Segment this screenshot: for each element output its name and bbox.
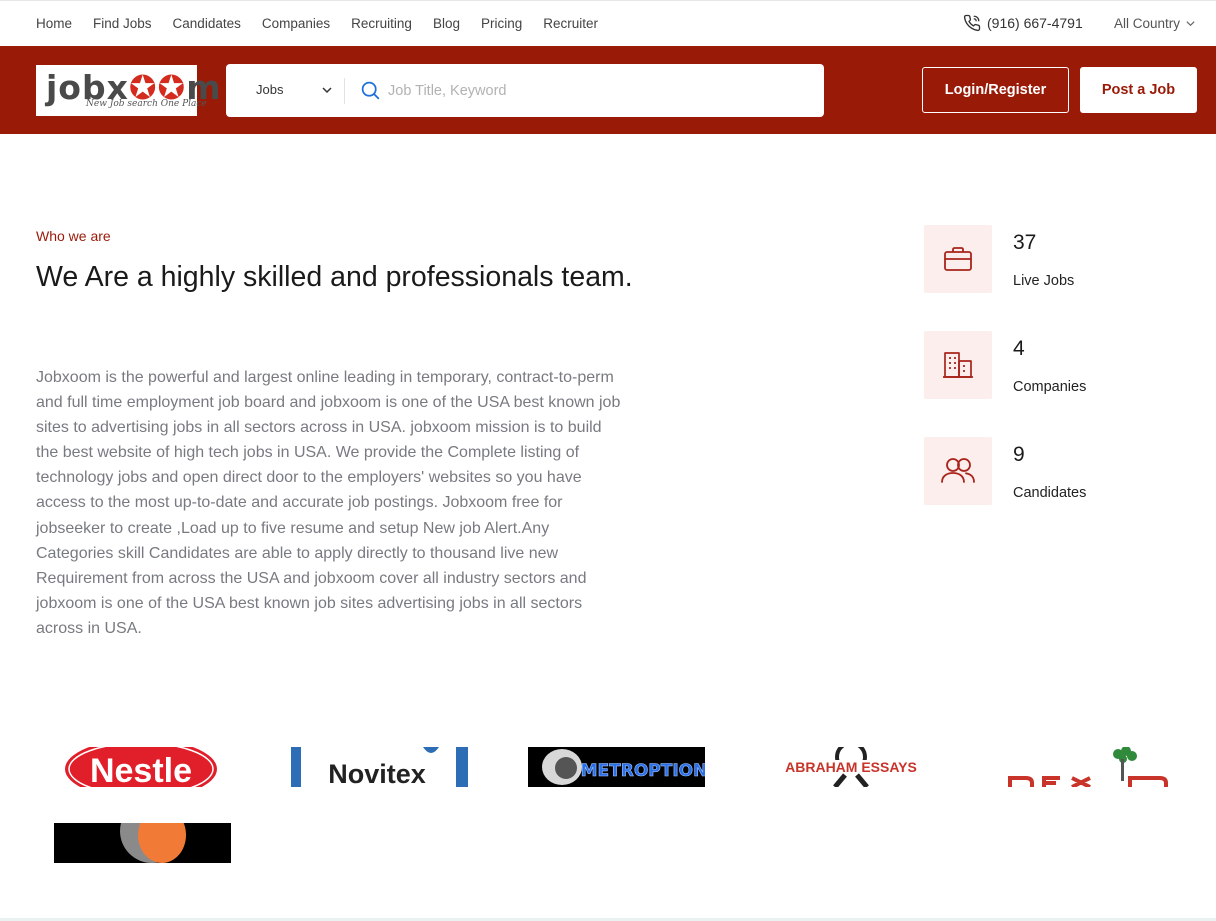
chevron-down-icon <box>1186 21 1195 27</box>
search-icon <box>361 81 380 100</box>
nav-home[interactable]: Home <box>36 16 72 31</box>
nestle-logo: Nestle <box>65 747 217 787</box>
brand-logo-nestle[interactable]: Nestle <box>53 747 230 787</box>
brand-logo-abraham-essays[interactable]: ABRAHAM ESSAYS <box>763 747 940 787</box>
about-paragraph: Jobxoom is the powerful and largest onli… <box>36 369 621 637</box>
section-eyebrow: Who we are <box>36 228 111 244</box>
nav-companies[interactable]: Companies <box>262 16 330 31</box>
abraham-essays-logo: ABRAHAM ESSAYS <box>785 747 917 787</box>
login-register-button[interactable]: Login/Register <box>922 67 1069 113</box>
stat-label: Candidates <box>1013 485 1087 501</box>
nav-blog[interactable]: Blog <box>433 16 460 31</box>
phone-contact[interactable]: (916) 667-4791 <box>963 14 1083 32</box>
search-type-select[interactable]: Jobs <box>256 82 283 97</box>
search-divider <box>344 78 345 104</box>
stat-icon-box <box>924 437 992 505</box>
stat-value: 37 <box>1013 231 1037 254</box>
stat-value: 4 <box>1013 337 1025 360</box>
site-logo[interactable]: jobx✪✪m New Job search One Place <box>36 65 221 116</box>
building-icon <box>943 352 973 378</box>
country-label: All Country <box>1114 16 1181 31</box>
stat-candidates: 9 Candidates <box>924 437 1184 505</box>
chevron-down-icon[interactable] <box>321 84 333 96</box>
stat-label: Companies <box>1013 379 1087 395</box>
nestle-wordmark: Nestle <box>90 752 192 787</box>
brand-logo-fifth[interactable] <box>1000 747 1177 787</box>
stat-label: Live Jobs <box>1013 273 1075 289</box>
brand-logo-metroption[interactable]: METROPTION <box>528 747 705 787</box>
stat-icon-box <box>924 225 992 293</box>
abraham-wordmark: ABRAHAM ESSAYS <box>785 759 917 775</box>
novitex-logo: Novitex <box>291 747 468 787</box>
nav-recruiter[interactable]: Recruiter <box>543 16 598 31</box>
novitex-wordmark: Novitex <box>328 759 426 787</box>
nav-candidates[interactable]: Candidates <box>173 16 241 31</box>
users-icon <box>941 458 975 483</box>
brand-logo-sixth[interactable] <box>54 823 231 863</box>
top-bar: Home Find Jobs Candidates Companies Recr… <box>0 0 1216 46</box>
orange-shape-logo <box>54 823 231 863</box>
briefcase-icon <box>944 247 972 271</box>
stat-icon-box <box>924 331 992 399</box>
phone-number: (916) 667-4791 <box>987 15 1083 31</box>
top-nav: Home Find Jobs Candidates Companies Recr… <box>36 16 619 31</box>
nav-pricing[interactable]: Pricing <box>481 16 522 31</box>
section-headline: We Are a highly skilled and professional… <box>36 261 633 293</box>
logo-tagline: New Job search One Place <box>86 99 207 109</box>
stat-live-jobs: 37 Live Jobs <box>924 225 1184 293</box>
stat-companies: 4 Companies <box>924 331 1184 399</box>
main-header: jobx✪✪m New Job search One Place Jobs Lo… <box>0 46 1216 134</box>
post-job-button[interactable]: Post a Job <box>1080 67 1197 113</box>
nav-recruiting[interactable]: Recruiting <box>351 16 412 31</box>
stat-value: 9 <box>1013 443 1025 466</box>
metroption-wordmark: METROPTION <box>581 761 705 781</box>
tree-logo <box>1008 747 1168 787</box>
brand-logo-novitex[interactable]: Novitex <box>291 747 468 787</box>
country-select[interactable]: All Country <box>1114 16 1196 31</box>
phone-icon <box>963 14 981 32</box>
metroption-logo: METROPTION <box>528 747 705 787</box>
search-input[interactable] <box>388 77 808 105</box>
nav-find-jobs[interactable]: Find Jobs <box>93 16 152 31</box>
search-bar: Jobs <box>226 64 824 117</box>
